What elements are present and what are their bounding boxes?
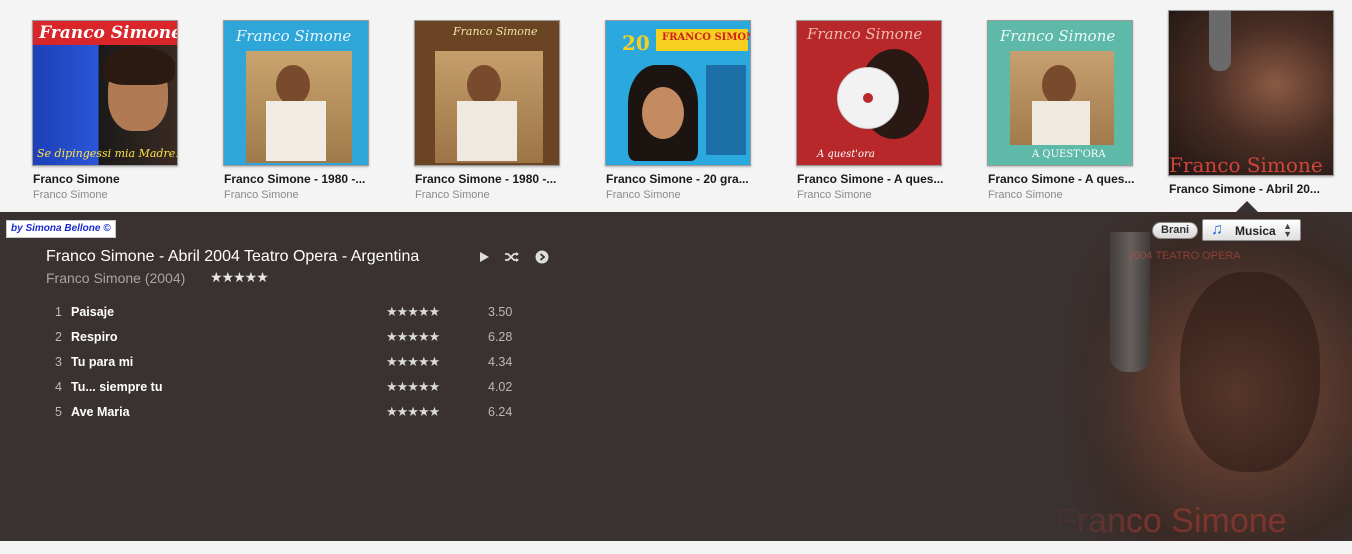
track-row[interactable]: 4 Tu... siempre tu ★★★★★ 4.02 [46,375,566,400]
more-icon [535,250,549,264]
album-title[interactable]: Franco Simone - 1980 -... [415,172,575,186]
track-row[interactable]: 5 Ave Maria ★★★★★ 6.24 [46,400,566,425]
music-note-icon: ♫ [1211,221,1223,238]
track-duration: 6.28 [488,330,513,344]
track-rating[interactable]: ★★★★★ [386,304,440,320]
brani-button[interactable]: Brani [1152,222,1199,239]
album-detail-meta[interactable]: Franco Simone (2004) [46,270,185,286]
album-cover[interactable]: Franco Simone [414,20,560,166]
album-grid: Franco Simone Se dipingessi mia Madre...… [0,0,1352,212]
cover-text: Franco Simone [807,25,923,43]
play-icon [480,252,489,262]
track-number: 5 [55,405,62,419]
album-title[interactable]: Franco Simone - A ques... [988,172,1148,186]
cover-subtext: A quest'ora [817,149,875,160]
selection-pointer [1236,201,1258,212]
cover-badge: 20 [622,31,650,55]
track-row[interactable]: 1 Paisaje ★★★★★ 3.50 [46,300,566,325]
shuffle-button[interactable] [503,248,521,266]
cover-text: FRANCO SIMONE [662,32,750,43]
bottom-strip [0,541,1352,554]
cover-text: Franco Simone [1000,27,1116,45]
track-rating[interactable]: ★★★★★ [386,329,440,345]
album-artist: Franco Simone [224,189,299,201]
album-artist: Franco Simone [415,189,490,201]
track-number: 1 [55,305,62,319]
shuffle-icon [505,252,519,262]
track-rating[interactable]: ★★★★★ [386,404,440,420]
track-name[interactable]: Respiro [71,330,118,344]
track-name[interactable]: Paisaje [71,305,114,319]
album-title[interactable]: Franco Simone - A ques... [797,172,957,186]
track-number: 4 [55,380,62,394]
track-row[interactable]: 3 Tu para mi ★★★★★ 4.34 [46,350,566,375]
track-rating[interactable]: ★★★★★ [386,354,440,370]
album-detail-title: Franco Simone - Abril 2004 Teatro Opera … [46,248,420,265]
track-number: 3 [55,355,62,369]
album-title[interactable]: Franco Simone [33,172,193,186]
album-artist: Franco Simone [988,189,1063,201]
background-art-top-text: 2004 TEATRO OPERA [1128,250,1241,262]
cover-subtext: A QUEST'ORA [1032,149,1106,160]
cover-text: Franco Simone [453,25,538,38]
cover-text: Franco Simone [39,23,178,43]
album-cover[interactable]: Franco Simone [1168,10,1334,176]
album-artist: Franco Simone [606,189,681,201]
album-cover[interactable]: Franco Simone [223,20,369,166]
credit-label: by Simona Bellone © [6,220,116,238]
track-duration: 3.50 [488,305,513,319]
album-rating[interactable]: ★★★★★ [210,269,269,286]
updown-arrows-icon: ▲ ▼ [1283,221,1292,239]
track-duration: 4.02 [488,380,513,394]
track-name[interactable]: Ave Maria [71,405,130,419]
musica-select[interactable]: ♫ Musica ▲ ▼ [1202,219,1301,241]
track-duration: 4.34 [488,355,513,369]
cover-text: Franco Simone [1169,153,1323,176]
track-row[interactable]: 2 Respiro ★★★★★ 6.28 [46,325,566,350]
album-cover[interactable]: Franco Simone A quest'ora [796,20,942,166]
album-cover[interactable]: FRANCO SIMONE 20 [605,20,751,166]
track-duration: 6.24 [488,405,513,419]
album-title[interactable]: Franco Simone - Abril 20... [1169,182,1339,196]
musica-label: Musica [1235,224,1276,238]
track-name[interactable]: Tu... siempre tu [71,380,162,394]
background-artwork: 2004 TEATRO OPERA Franco Simone [1050,212,1352,541]
album-cover[interactable]: Franco Simone A QUEST'ORA [987,20,1133,166]
track-name[interactable]: Tu para mi [71,355,133,369]
album-artist: Franco Simone [797,189,872,201]
track-rating[interactable]: ★★★★★ [386,379,440,395]
album-title[interactable]: Franco Simone - 20 gra... [606,172,766,186]
cover-subtext: Se dipingessi mia Madre... [37,147,178,160]
album-detail-panel: 2004 TEATRO OPERA Franco Simone by Simon… [0,212,1352,541]
play-button[interactable] [475,248,493,266]
cover-text: Franco Simone [236,27,352,45]
album-title[interactable]: Franco Simone - 1980 -... [224,172,384,186]
album-cover[interactable]: Franco Simone Se dipingessi mia Madre... [32,20,178,166]
track-number: 2 [55,330,62,344]
more-button[interactable] [533,248,551,266]
track-list: 1 Paisaje ★★★★★ 3.50 2 Respiro ★★★★★ 6.2… [46,300,566,425]
album-artist: Franco Simone [33,189,108,201]
